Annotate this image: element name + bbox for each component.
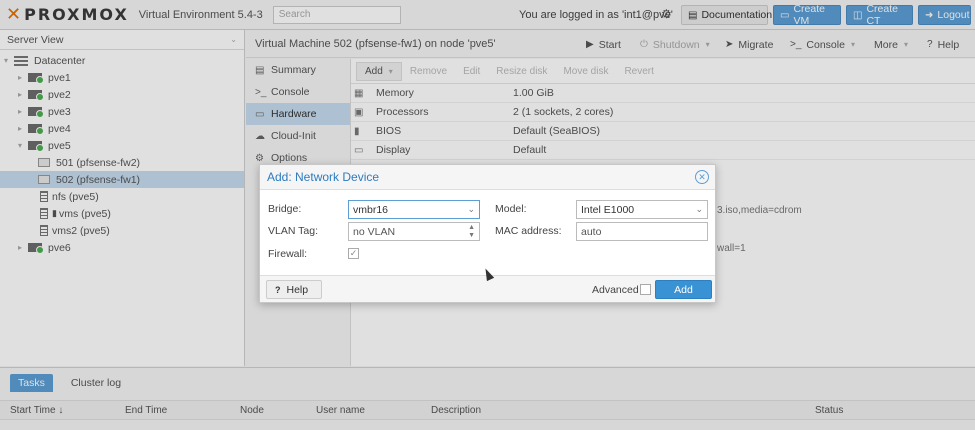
model-select[interactable]: Intel E1000 ⌄ bbox=[576, 200, 708, 219]
bridge-label: Bridge: bbox=[268, 203, 302, 215]
spinner-arrows-icon[interactable]: ▲ ▼ bbox=[468, 224, 475, 240]
dialog-header: Add: Network Device bbox=[260, 165, 715, 190]
mac-address-label: MAC address: bbox=[495, 225, 562, 237]
advanced-checkbox[interactable] bbox=[640, 284, 651, 295]
chevron-down-icon: ⌄ bbox=[467, 204, 475, 214]
close-icon[interactable]: ✕ bbox=[695, 170, 709, 184]
firewall-label: Firewall: bbox=[268, 248, 308, 260]
add-button[interactable]: Add bbox=[655, 280, 712, 299]
add-network-device-dialog: Add: Network Device ✕ Bridge: vmbr16 ⌄ Mo… bbox=[259, 164, 716, 303]
chevron-down-icon: ⌄ bbox=[695, 204, 703, 214]
question-icon: ? bbox=[275, 284, 281, 295]
vlan-tag-label: VLAN Tag: bbox=[268, 225, 319, 237]
bridge-select[interactable]: vmbr16 ⌄ bbox=[348, 200, 480, 219]
model-label: Model: bbox=[495, 203, 527, 215]
advanced-label: Advanced bbox=[592, 284, 639, 296]
firewall-checkbox[interactable]: ✓ bbox=[348, 248, 359, 259]
help-button[interactable]: ? Help bbox=[266, 280, 322, 299]
mac-address-input[interactable]: auto bbox=[576, 222, 708, 241]
vlan-tag-spinner[interactable]: no VLAN ▲ ▼ bbox=[348, 222, 480, 241]
